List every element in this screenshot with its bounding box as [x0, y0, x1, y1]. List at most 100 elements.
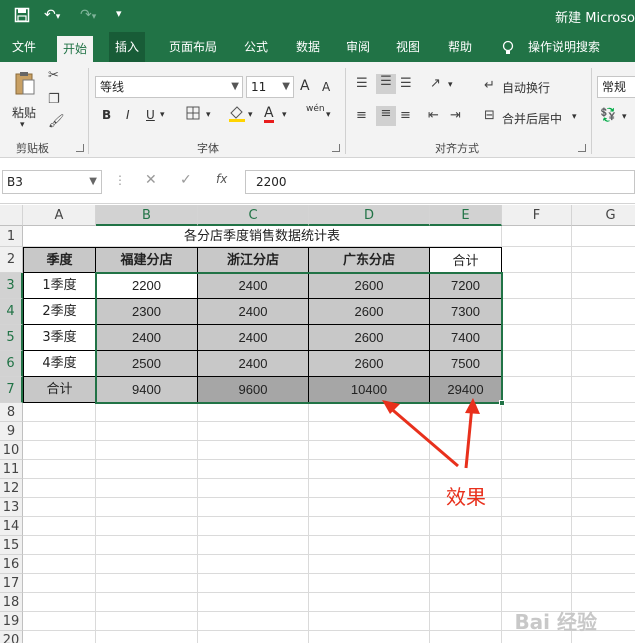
- grid-cell[interactable]: [23, 517, 96, 536]
- row-header-11[interactable]: 11: [0, 460, 23, 479]
- grid-cell[interactable]: [198, 517, 309, 536]
- grid-cell[interactable]: [572, 377, 635, 403]
- grid-cell[interactable]: [198, 612, 309, 631]
- data-cell[interactable]: 2400: [198, 273, 309, 299]
- column-header-c[interactable]: C: [198, 205, 309, 226]
- grid-cell[interactable]: [198, 498, 309, 517]
- grid-cell[interactable]: [572, 517, 635, 536]
- row-header-20[interactable]: 20: [0, 631, 23, 643]
- grid-cell[interactable]: [502, 574, 572, 593]
- total-cell[interactable]: 合计: [23, 377, 96, 403]
- grid-cell[interactable]: [502, 351, 572, 377]
- row-header-6[interactable]: 6: [0, 351, 23, 377]
- italic-button[interactable]: I: [126, 108, 130, 122]
- borders-dropdown-icon[interactable]: ▾: [206, 110, 211, 120]
- accounting-format-icon[interactable]: 💱: [600, 108, 616, 123]
- name-box[interactable]: B3 ▼: [2, 170, 102, 194]
- row-header-16[interactable]: 16: [0, 555, 23, 574]
- save-icon[interactable]: [14, 7, 30, 27]
- paste-button[interactable]: 粘贴: [12, 104, 36, 121]
- grid-cell[interactable]: [430, 517, 502, 536]
- fill-color-icon[interactable]: [228, 104, 246, 126]
- grid-cell[interactable]: [309, 631, 430, 643]
- decrease-indent-icon[interactable]: ⇤: [428, 108, 439, 123]
- font-color-dropdown-icon[interactable]: ▾: [282, 110, 287, 120]
- grid-cell[interactable]: [502, 226, 572, 247]
- data-cell[interactable]: 1季度: [23, 273, 96, 299]
- grid-cell[interactable]: [572, 273, 635, 299]
- grid-cell[interactable]: [23, 498, 96, 517]
- align-center-icon[interactable]: ≡: [376, 106, 396, 126]
- fill-color-dropdown-icon[interactable]: ▾: [248, 110, 253, 120]
- tell-me-search[interactable]: 操作说明搜索: [522, 32, 606, 62]
- grid-cell[interactable]: [502, 247, 572, 273]
- grid-cell[interactable]: [572, 299, 635, 325]
- borders-icon[interactable]: [186, 106, 200, 124]
- phonetic-dropdown-icon[interactable]: ▾: [326, 110, 331, 120]
- grid-cell[interactable]: [502, 555, 572, 574]
- accounting-dropdown-icon[interactable]: ▾: [622, 112, 627, 122]
- grid-cell[interactable]: [309, 574, 430, 593]
- grid-cell[interactable]: [96, 612, 198, 631]
- grid-cell[interactable]: [198, 441, 309, 460]
- grid-cell[interactable]: [198, 574, 309, 593]
- bold-button[interactable]: B: [102, 108, 111, 122]
- column-header-a[interactable]: A: [23, 205, 96, 226]
- grid-cell[interactable]: [502, 479, 572, 498]
- grid-cell[interactable]: [572, 441, 635, 460]
- orientation-dropdown-icon[interactable]: ▾: [448, 80, 453, 90]
- grid-cell[interactable]: [430, 574, 502, 593]
- paste-dropdown-icon[interactable]: ▾: [20, 120, 25, 130]
- column-header-f[interactable]: F: [502, 205, 572, 226]
- data-cell[interactable]: 2200: [96, 273, 198, 299]
- grid-cell[interactable]: [96, 441, 198, 460]
- wrap-text-button[interactable]: 自动换行: [502, 79, 550, 96]
- grid-cell[interactable]: [502, 325, 572, 351]
- tab-formulas[interactable]: 公式: [238, 32, 274, 62]
- confirm-entry-icon[interactable]: ✓: [180, 172, 192, 188]
- clipboard-launcher-icon[interactable]: [76, 144, 84, 152]
- data-cell[interactable]: 7300: [430, 299, 502, 325]
- number-format-combo[interactable]: 常规: [597, 76, 635, 98]
- grid-cell[interactable]: [572, 460, 635, 479]
- cut-icon[interactable]: ✂: [48, 68, 59, 83]
- grid-cell[interactable]: [502, 299, 572, 325]
- grid-cell[interactable]: [198, 555, 309, 574]
- grid-cell[interactable]: [309, 593, 430, 612]
- row-header-1[interactable]: 1: [0, 226, 23, 247]
- grid-cell[interactable]: [572, 422, 635, 441]
- data-cell[interactable]: 2500: [96, 351, 198, 377]
- grid-cell[interactable]: [23, 441, 96, 460]
- redo-icon[interactable]: ↷▾: [80, 7, 96, 23]
- row-header-10[interactable]: 10: [0, 441, 23, 460]
- grid-cell[interactable]: [430, 593, 502, 612]
- formula-input[interactable]: 2200: [245, 170, 635, 194]
- grid-cell[interactable]: [198, 403, 309, 422]
- grid-cell[interactable]: [572, 536, 635, 555]
- align-right-icon[interactable]: ≡: [400, 108, 411, 123]
- grid-cell[interactable]: [502, 498, 572, 517]
- grid-cell[interactable]: [502, 422, 572, 441]
- underline-button[interactable]: U: [146, 108, 155, 122]
- cancel-entry-icon[interactable]: ✕: [145, 172, 157, 188]
- grid-cell[interactable]: [309, 612, 430, 631]
- grid-cell[interactable]: [96, 555, 198, 574]
- increase-indent-icon[interactable]: ⇥: [450, 108, 461, 123]
- data-cell[interactable]: 2400: [198, 325, 309, 351]
- grid-cell[interactable]: [23, 612, 96, 631]
- font-launcher-icon[interactable]: [332, 144, 340, 152]
- grid-cell[interactable]: [502, 517, 572, 536]
- font-color-button[interactable]: A: [264, 106, 274, 123]
- align-bottom-icon[interactable]: ☰: [400, 76, 412, 91]
- column-header-g[interactable]: G: [572, 205, 635, 226]
- data-cell[interactable]: 2400: [96, 325, 198, 351]
- undo-icon[interactable]: ↶▾: [44, 7, 60, 23]
- grid-cell[interactable]: [309, 498, 430, 517]
- row-header-2[interactable]: 2: [0, 247, 23, 273]
- grid-cell[interactable]: [502, 403, 572, 422]
- grid-cell[interactable]: [96, 460, 198, 479]
- grid-cell[interactable]: [23, 536, 96, 555]
- align-middle-icon[interactable]: ☰: [376, 74, 396, 94]
- grid-cell[interactable]: [572, 325, 635, 351]
- insert-function-button[interactable]: fx: [216, 172, 227, 186]
